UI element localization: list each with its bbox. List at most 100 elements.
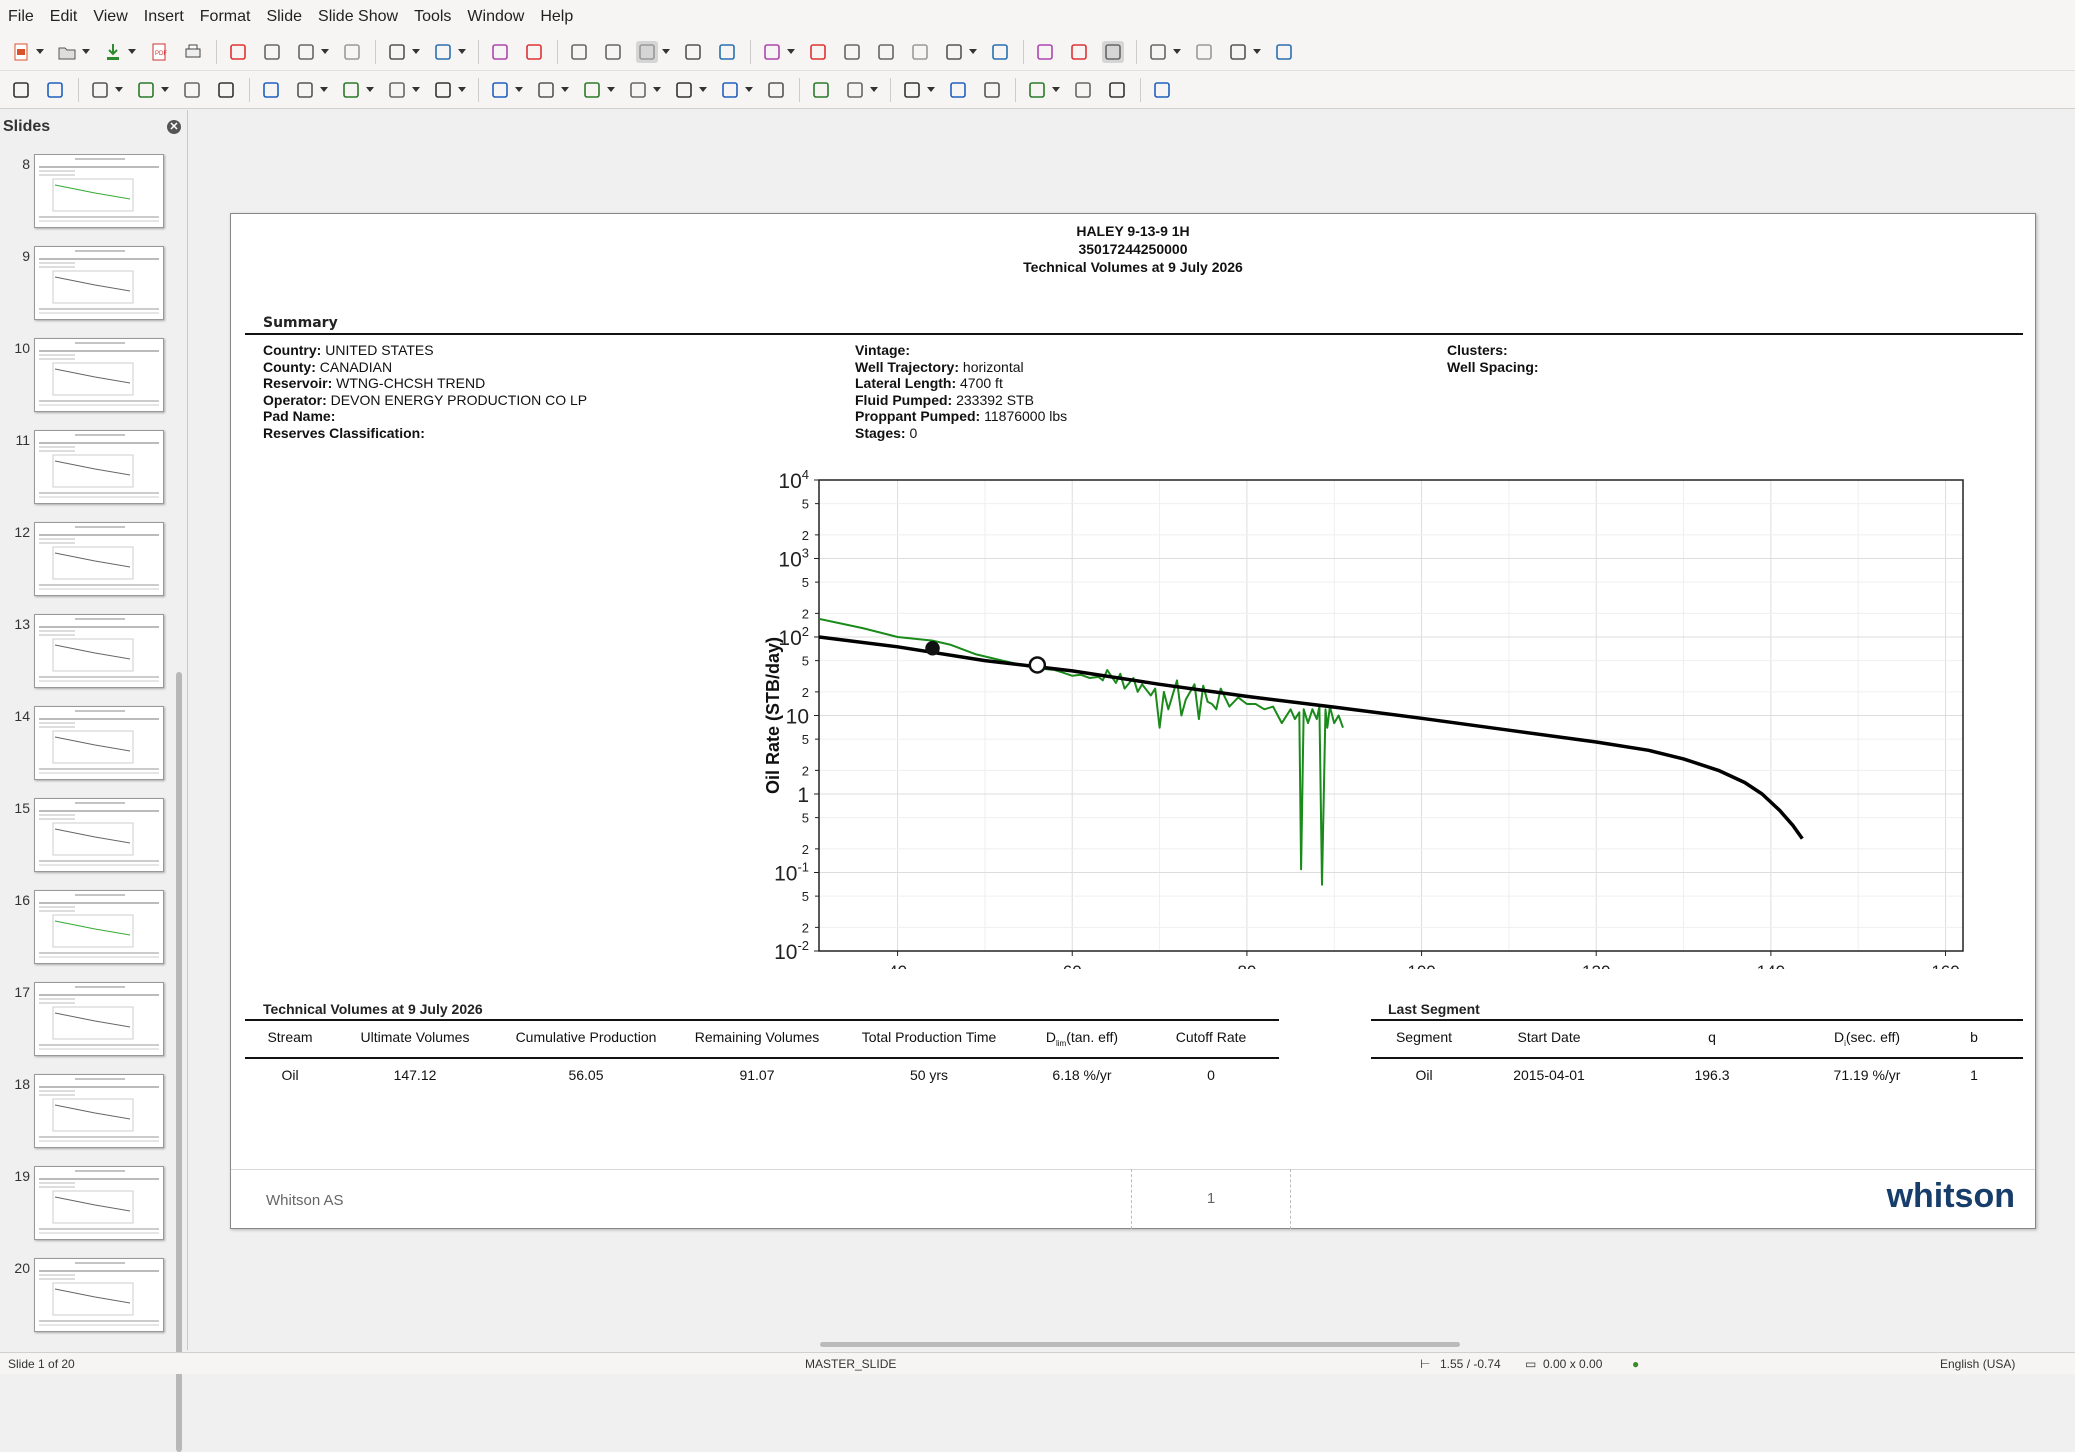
chevron-down-icon[interactable] [82,49,90,54]
helplines-icon[interactable] [602,41,624,63]
symbol-shapes-icon[interactable] [489,79,511,101]
filter-icon[interactable] [1026,79,1048,101]
clone-formatting-icon[interactable] [341,41,363,63]
horizontal-scrollbar[interactable] [820,1342,1460,1347]
chevron-down-icon[interactable] [412,49,420,54]
menu-slide[interactable]: Slide [266,8,302,26]
save-icon[interactable] [102,41,124,63]
insert-chart-icon[interactable] [909,41,931,63]
shadow-icon[interactable] [947,79,969,101]
basic-shapes-icon[interactable] [432,79,454,101]
new-document-icon[interactable] [10,41,32,63]
3d-objects-icon[interactable] [719,79,741,101]
slide-thumbnail[interactable]: 20 [0,1258,175,1338]
chevron-down-icon[interactable] [870,87,878,92]
chevron-down-icon[interactable] [515,87,523,92]
line-color-icon[interactable] [89,79,111,101]
curves-icon[interactable] [340,79,362,101]
find-replace-icon[interactable] [489,41,511,63]
rectangle-icon[interactable] [215,79,237,101]
display-views-icon[interactable] [636,40,658,63]
duplicate-slide-icon[interactable] [1193,41,1215,63]
menu-file[interactable]: File [8,8,34,26]
insert-textbox-icon[interactable] [943,41,965,63]
rotate-icon[interactable] [765,79,787,101]
chevron-down-icon[interactable] [787,49,795,54]
menu-help[interactable]: Help [540,8,573,26]
start-presentation-icon[interactable] [716,41,738,63]
menu-slide-show[interactable]: Slide Show [318,8,398,26]
select-icon[interactable] [10,79,32,101]
export-pdf-icon[interactable]: PDF [148,41,170,63]
slide-layout-icon[interactable] [1273,41,1295,63]
insert-hyperlink-icon[interactable] [1068,41,1090,63]
chevron-down-icon[interactable] [653,87,661,92]
crop-icon[interactable] [981,79,1003,101]
slide-thumbnail[interactable]: 13 [0,614,175,694]
chevron-down-icon[interactable] [366,87,374,92]
fill-color-icon[interactable] [135,79,157,101]
copy-icon[interactable] [261,41,283,63]
slide-thumbnail[interactable]: 18 [0,1074,175,1154]
align-icon[interactable] [810,79,832,101]
callouts-icon[interactable] [627,79,649,101]
redo-icon[interactable] [432,41,454,63]
slide-thumbnail[interactable]: 17 [0,982,175,1062]
chevron-down-icon[interactable] [412,87,420,92]
slide-thumbnail[interactable]: 19 [0,1166,175,1246]
chevron-down-icon[interactable] [115,87,123,92]
chevron-down-icon[interactable] [321,49,329,54]
cut-icon[interactable] [227,41,249,63]
distribute-icon[interactable] [901,79,923,101]
stars-icon[interactable] [673,79,695,101]
start-from-current-icon[interactable] [761,41,783,63]
fontwork-icon[interactable] [1034,41,1056,63]
slides-pane-scrollbar[interactable] [176,672,182,1452]
slide-thumbnail[interactable]: 10 [0,338,175,418]
new-slide-icon[interactable] [1147,41,1169,63]
status-language[interactable]: English (USA) [1940,1357,2015,1371]
menu-view[interactable]: View [93,8,127,26]
chevron-down-icon[interactable] [1173,49,1181,54]
slide-thumbnail[interactable]: 15 [0,798,175,878]
menu-window[interactable]: Window [467,8,524,26]
close-icon[interactable]: ✕ [167,120,181,134]
chevron-down-icon[interactable] [128,49,136,54]
insert-media-icon[interactable] [875,41,897,63]
slide-thumbnail[interactable]: 8 [0,154,175,234]
zoom-pan-icon[interactable] [44,79,66,101]
chevron-down-icon[interactable] [458,87,466,92]
chevron-down-icon[interactable] [320,87,328,92]
display-grid-icon[interactable] [568,41,590,63]
lines-arrows-icon[interactable] [294,79,316,101]
master-slide-icon[interactable] [682,41,704,63]
slide-thumbnail[interactable]: 12 [0,522,175,602]
menu-tools[interactable]: Tools [414,8,451,26]
slide-thumbnail[interactable]: 16 [0,890,175,970]
chevron-down-icon[interactable] [161,87,169,92]
menu-edit[interactable]: Edit [50,8,78,26]
chevron-down-icon[interactable] [662,49,670,54]
arrange-icon[interactable] [844,79,866,101]
chevron-down-icon[interactable] [458,49,466,54]
chevron-down-icon[interactable] [969,49,977,54]
slide-canvas[interactable]: HALEY 9-13-9 1H 35017244250000 Technical… [230,213,2036,1229]
insert-special-character-icon[interactable] [989,41,1011,63]
slide-thumbnail[interactable]: 9 [0,246,175,326]
print-icon[interactable] [182,41,204,63]
insert-line-icon[interactable] [181,79,203,101]
gluepoints-icon[interactable] [1106,79,1128,101]
toggle-point-edit-icon[interactable] [1072,79,1094,101]
chevron-down-icon[interactable] [1052,87,1060,92]
slide-thumbnail[interactable]: 11 [0,430,175,510]
paste-icon[interactable] [295,41,317,63]
spelling-icon[interactable] [523,41,545,63]
status-master-slide[interactable]: MASTER_SLIDE [805,1357,896,1371]
chevron-down-icon[interactable] [699,87,707,92]
flowchart-icon[interactable] [581,79,603,101]
delete-slide-icon[interactable] [1227,41,1249,63]
insert-table-icon[interactable] [807,41,829,63]
slide-thumbnail[interactable]: 14 [0,706,175,786]
digital-signature-icon[interactable]: ● [1632,1357,1639,1371]
chevron-down-icon[interactable] [927,87,935,92]
